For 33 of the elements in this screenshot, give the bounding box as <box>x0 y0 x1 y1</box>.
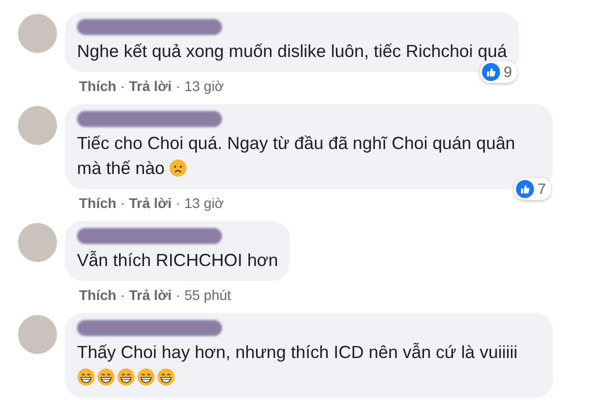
comment-text: Nghe kết quả xong muốn dislike luôn, tiếc Richchoi quá <box>77 40 507 63</box>
separator-dot: · <box>176 287 180 303</box>
comment-action-link[interactable]: Trả lời <box>129 195 172 211</box>
avatar-photo[interactable] <box>18 315 57 354</box>
thumbs-up-icon <box>482 63 500 81</box>
separator-dot: · <box>120 78 126 94</box>
avatar-photo[interactable] <box>18 14 57 53</box>
comment-action-link[interactable]: Trả lời <box>129 287 172 303</box>
comment-time[interactable]: 13 giờ <box>184 78 224 94</box>
grinning-face-icon <box>157 368 175 386</box>
separator-dot: · <box>176 78 180 94</box>
comment-time[interactable]: 55 phút <box>184 287 232 303</box>
reaction-count-badge[interactable]: 7 <box>514 178 551 200</box>
comment-action-link[interactable]: Thích <box>79 287 116 303</box>
frowning-face-icon <box>169 159 188 177</box>
comment-action-link[interactable]: Trả lời <box>129 78 172 94</box>
separator-dot: · <box>176 195 180 211</box>
grinning-face-icon <box>117 368 135 386</box>
comment-action-link[interactable]: Thích <box>79 195 116 211</box>
avatar-photo[interactable] <box>18 223 57 262</box>
comment-text: Tiếc cho Choi quá. Ngay từ đầu đã nghĩ Choi quán quân mà thế nào <box>77 132 516 180</box>
comment-action-link[interactable]: Thích <box>79 78 116 94</box>
grinning-face-icon <box>77 368 95 386</box>
grinning-face-icon <box>97 368 115 386</box>
separator-dot: · <box>120 195 126 211</box>
reaction-count-badge[interactable]: 9 <box>480 61 517 83</box>
comment-text: Vẫn thích RICHCHOI hơn <box>77 249 278 272</box>
grinning-face-icon <box>137 368 155 386</box>
separator-dot: · <box>120 287 126 303</box>
thumbs-up-icon <box>516 180 534 198</box>
avatar-photo[interactable] <box>18 106 57 145</box>
comment-time[interactable]: 13 giờ <box>184 195 224 211</box>
comment-text: Thấy Choi hay hơn, nhưng thích ICD nên vẫn cứ là vuiiiii <box>77 340 541 390</box>
